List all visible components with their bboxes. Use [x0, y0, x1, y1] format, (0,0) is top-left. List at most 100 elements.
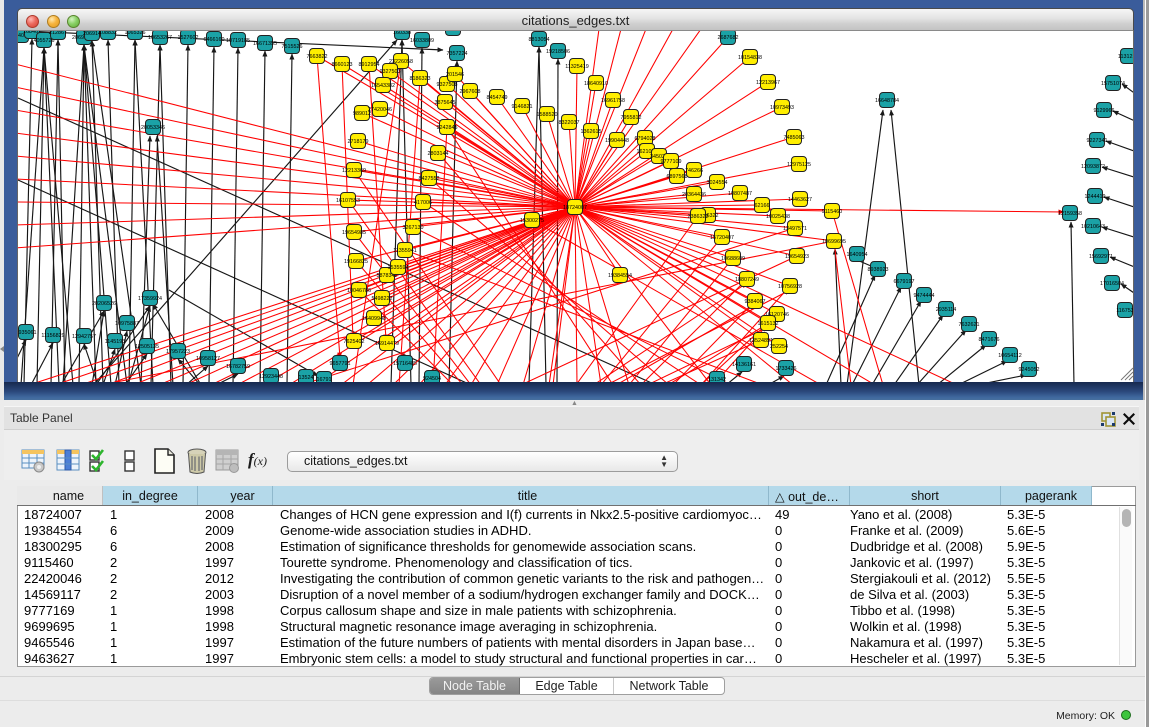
svg-text:13497571: 13497571: [783, 226, 807, 232]
svg-text:19218506: 19218506: [546, 49, 570, 55]
svg-text:8322037: 8322037: [559, 120, 580, 126]
svg-text:20364436: 20364436: [682, 192, 706, 198]
svg-text:1615132: 1615132: [758, 321, 779, 327]
svg-text:7955812: 7955812: [621, 115, 642, 121]
svg-text:7632621: 7632621: [959, 322, 980, 328]
svg-text:8660123: 8660123: [332, 62, 353, 68]
svg-text:74551: 74551: [446, 31, 461, 32]
svg-text:2803144: 2803144: [428, 151, 449, 157]
svg-text:12159358: 12159358: [1058, 211, 1082, 217]
svg-text:6466160: 6466160: [204, 37, 225, 43]
svg-text:10046786: 10046786: [347, 288, 371, 294]
svg-text:1145193: 1145193: [105, 339, 126, 345]
svg-text:6897568: 6897568: [667, 174, 688, 180]
svg-text:2386322: 2386322: [688, 214, 709, 220]
svg-text:10688609: 10688609: [721, 256, 745, 262]
svg-text:924504: 924504: [423, 376, 441, 382]
svg-text:8454749: 8454749: [487, 95, 508, 101]
svg-text:160338: 160338: [393, 31, 411, 36]
svg-text:16782759: 16782759: [226, 364, 250, 370]
svg-text:15751074: 15751074: [1101, 81, 1125, 87]
svg-text:10653267: 10653267: [148, 35, 172, 41]
svg-text:10958127: 10958127: [196, 356, 220, 362]
svg-text:2687682: 2687682: [718, 35, 739, 41]
svg-text:7625402: 7625402: [344, 339, 365, 345]
svg-text:15720407: 15720407: [710, 235, 734, 241]
svg-text:201546: 201546: [446, 72, 464, 78]
svg-text:1527602: 1527602: [178, 35, 199, 41]
svg-text:10154838: 10154838: [738, 55, 762, 61]
svg-text:18807249: 18807249: [735, 277, 759, 283]
svg-text:15716485: 15716485: [393, 361, 417, 367]
svg-text:16791: 16791: [317, 377, 332, 382]
svg-text:1640954: 1640954: [847, 252, 868, 258]
svg-text:20053346: 20053346: [141, 125, 165, 131]
svg-text:2718179: 2718179: [348, 139, 369, 145]
svg-text:18640910: 18640910: [584, 81, 608, 87]
svg-text:1131211: 1131211: [1118, 54, 1134, 60]
svg-text:1362615: 1362615: [581, 129, 602, 135]
svg-text:8471676: 8471676: [979, 337, 1000, 343]
svg-text:12505135: 12505135: [135, 344, 159, 350]
svg-text:16648784: 16648784: [875, 98, 899, 104]
svg-text:9474444: 9474444: [914, 293, 935, 299]
svg-text:27420046: 27420046: [368, 107, 392, 113]
svg-text:19654985: 19654985: [342, 230, 366, 236]
svg-text:9327503: 9327503: [380, 69, 401, 75]
svg-text:131342: 131342: [708, 377, 726, 382]
svg-text:16914479: 16914479: [375, 341, 399, 347]
svg-text:1935061: 1935061: [18, 330, 37, 336]
svg-text:16409948: 16409948: [362, 316, 386, 322]
svg-text:9129966: 9129966: [1094, 108, 1115, 114]
svg-text:9777109: 9777109: [661, 159, 682, 165]
svg-text:8813054: 8813054: [529, 37, 550, 43]
svg-text:10654112: 10654112: [998, 353, 1022, 359]
svg-text:9242845: 9242845: [437, 125, 458, 131]
svg-text:19654923: 19654923: [785, 254, 809, 260]
svg-text:3024554: 3024554: [707, 180, 728, 186]
svg-text:8938923: 8938923: [868, 267, 889, 273]
svg-text:17016504: 17016504: [1100, 281, 1124, 287]
svg-text:19384554: 19384554: [608, 273, 632, 279]
svg-text:9115460: 9115460: [822, 209, 843, 215]
svg-text:252254: 252254: [770, 344, 788, 350]
svg-text:5498222: 5498222: [372, 296, 393, 302]
svg-text:1733426: 1733426: [776, 366, 797, 372]
svg-text:16961758: 16961758: [601, 98, 625, 104]
svg-text:8427552: 8427552: [419, 176, 440, 182]
svg-text:10210643: 10210643: [1081, 224, 1105, 230]
svg-text:19166825: 19166825: [344, 259, 368, 265]
svg-text:14463627: 14463627: [788, 197, 812, 203]
svg-text:10807487: 10807487: [728, 191, 752, 197]
svg-text:16107553: 16107553: [336, 198, 360, 204]
svg-text:9227341: 9227341: [1087, 138, 1108, 144]
svg-text:6679197: 6679197: [894, 279, 915, 285]
svg-text:2935114: 2935114: [936, 307, 957, 313]
svg-text:17957223: 17957223: [166, 349, 190, 355]
svg-text:17359924: 17359924: [138, 296, 162, 302]
svg-text:7663822: 7663822: [307, 54, 328, 60]
svg-text:16543382: 16543382: [371, 83, 395, 89]
svg-text:10025438: 10025438: [766, 214, 790, 220]
svg-text:9146821: 9146821: [512, 104, 533, 110]
svg-text:18724007: 18724007: [563, 205, 587, 211]
svg-text:1535594: 1535594: [388, 265, 409, 271]
svg-text:62166: 62166: [755, 203, 770, 209]
svg-text:9327508: 9327508: [437, 82, 458, 88]
svg-text:9384067: 9384067: [745, 299, 766, 305]
svg-text:15692971: 15692971: [1089, 254, 1113, 260]
svg-text:16671355: 16671355: [253, 41, 277, 47]
svg-text:7357224: 7357224: [447, 51, 468, 57]
svg-text:3267130: 3267130: [403, 225, 424, 231]
svg-text:10756928: 10756928: [778, 284, 802, 290]
svg-text:12213967: 12213967: [756, 80, 780, 86]
svg-text:11325419: 11325419: [565, 64, 589, 70]
svg-text:3875645: 3875645: [435, 100, 456, 106]
svg-text:7515526: 7515526: [282, 44, 303, 50]
svg-text:10719185: 10719185: [226, 38, 250, 44]
svg-text:15300275: 15300275: [520, 218, 544, 224]
svg-text:10975887: 10975887: [115, 321, 139, 327]
svg-text:6794028: 6794028: [635, 136, 656, 142]
svg-text:116753: 116753: [1116, 308, 1134, 314]
svg-text:746266: 746266: [685, 168, 703, 174]
